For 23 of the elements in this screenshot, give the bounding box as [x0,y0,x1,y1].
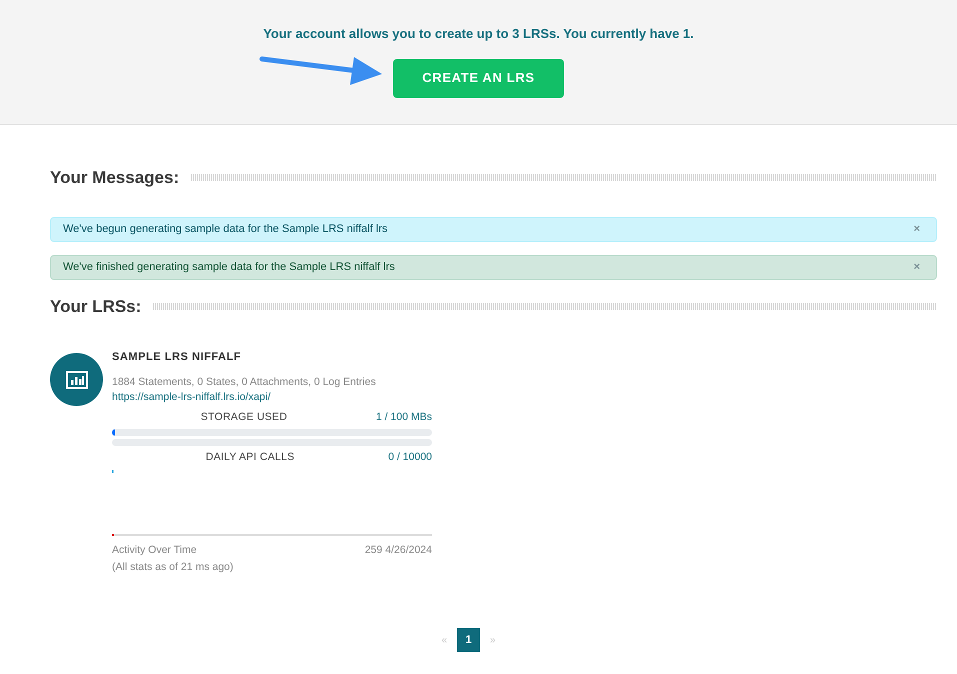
meter-label: DAILY API CALLS [204,450,296,465]
close-button[interactable]: × [910,258,924,276]
lrs-url-link[interactable]: https://sample-lrs-niffalf.lrs.io/xapi/ [112,390,432,406]
next-page-link[interactable]: » [490,632,496,648]
lrs-stats: 1884 Statements, 0 States, 0 Attachments, 0 Log Entries [112,374,377,390]
activity-reading: 259 4/26/2024 [364,542,432,558]
meter-label: STORAGE USED [200,410,288,425]
meter-reading: 0 / 10000 [388,450,432,465]
message-text: We've begun generating sample data for the Sample LRS niffalf lrs [63,222,388,237]
section-heading: Your LRSs: [50,296,142,318]
create-lrs-button[interactable]: CREATE AN LRS [393,58,564,98]
message-text: We've finished generating sample data for the Sample LRS niffalf lrs [63,260,395,275]
stats-footnote: (All stats as of 21 ms ago) [112,560,234,576]
account-limit-text: Your account allows you to create up to 3 LRSs. You currently have 1. [263,25,694,43]
section-heading: Your Messages: [50,167,180,189]
page-link[interactable]: 1 [457,628,480,652]
arrow-icon [258,55,382,85]
activity-label: Activity Over Time [112,542,197,558]
close-button[interactable]: × [910,220,924,238]
previous-page-link[interactable]: « [441,632,447,648]
lrs-name: SAMPLE LRS NIFFALF [112,350,242,365]
meter-reading: 1 / 100 MBs [376,410,432,425]
chart-icon [66,370,88,388]
